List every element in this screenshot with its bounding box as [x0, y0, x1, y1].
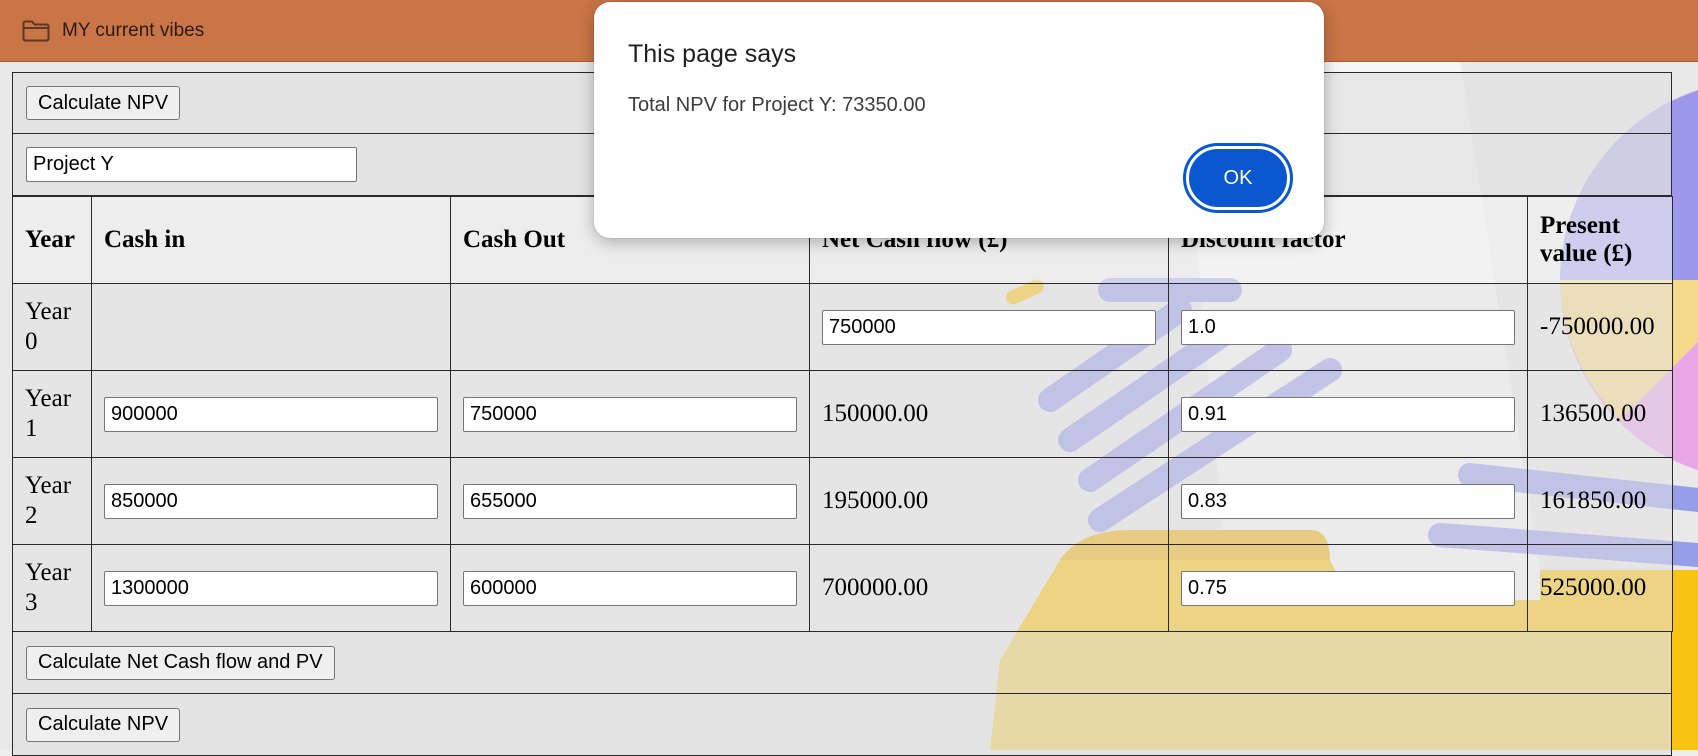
cash-out-cell	[450, 457, 810, 545]
table-row: Year 1 150000.00 136500.00	[12, 370, 1673, 458]
dialog-title: This page says	[628, 40, 797, 68]
discount-factor-cell	[1168, 544, 1528, 632]
alert-dialog: This page says Total NPV for Project Y: …	[594, 2, 1324, 238]
cash-in-cell	[91, 544, 451, 632]
present-value: 161850.00	[1527, 457, 1673, 545]
cash-out-input[interactable]	[463, 483, 797, 519]
dialog-message: Total NPV for Project Y: 73350.00	[628, 94, 926, 116]
discount-factor-input[interactable]	[1181, 483, 1515, 519]
year-label: Year 1	[12, 370, 92, 458]
ok-button[interactable]: OK	[1183, 143, 1293, 213]
discount-factor-input[interactable]	[1181, 396, 1515, 432]
cash-in-cell	[91, 283, 451, 371]
net-cash-flow-cell	[809, 283, 1169, 371]
cash-out-input[interactable]	[463, 570, 797, 606]
table-row: Year 0 -750000.00	[12, 283, 1673, 371]
discount-factor-cell	[1168, 457, 1528, 545]
project-name-input[interactable]	[26, 147, 357, 182]
calculate-npv-button-bottom[interactable]: Calculate NPV	[26, 707, 181, 742]
header-present-value: Present value (£)	[1527, 196, 1673, 284]
net-cash-flow-input[interactable]	[822, 309, 1156, 345]
cash-in-cell	[91, 457, 451, 545]
folder-icon	[22, 20, 50, 42]
table-row: Year 3 700000.00 525000.00	[12, 544, 1673, 632]
cash-out-input[interactable]	[463, 396, 797, 432]
present-value: 525000.00	[1527, 544, 1673, 632]
header-year: Year	[12, 196, 92, 284]
discount-factor-input[interactable]	[1181, 570, 1515, 606]
cash-out-cell	[450, 283, 810, 371]
calculate-net-cash-flow-pv-button[interactable]: Calculate Net Cash flow and PV	[26, 645, 335, 680]
cash-in-input[interactable]	[104, 570, 438, 606]
net-cash-flow: 195000.00	[809, 457, 1169, 545]
cash-in-input[interactable]	[104, 396, 438, 432]
year-label: Year 3	[12, 544, 92, 632]
net-cash-flow: 150000.00	[809, 370, 1169, 458]
cash-in-cell	[91, 370, 451, 458]
present-value: 136500.00	[1527, 370, 1673, 458]
calculate-npv-row-bottom: Calculate NPV	[12, 694, 1672, 756]
page-title: MY current vibes	[62, 19, 205, 41]
cash-out-cell	[450, 544, 810, 632]
table-row: Year 2 195000.00 161850.00	[12, 457, 1673, 545]
discount-factor-cell	[1168, 370, 1528, 458]
cash-in-input[interactable]	[104, 483, 438, 519]
cash-out-cell	[450, 370, 810, 458]
calculate-npv-button-top[interactable]: Calculate NPV	[26, 86, 181, 120]
discount-factor-input[interactable]	[1181, 309, 1515, 345]
discount-factor-cell	[1168, 283, 1528, 371]
net-cash-flow: 700000.00	[809, 544, 1169, 632]
header-cash-in: Cash in	[91, 196, 451, 284]
calculate-net-cash-flow-row: Calculate Net Cash flow and PV	[12, 632, 1672, 694]
year-label: Year 0	[12, 283, 92, 371]
present-value: -750000.00	[1527, 283, 1673, 371]
year-label: Year 2	[12, 457, 92, 545]
npv-table: Year Cash in Cash Out Net Cash flow (£) …	[12, 196, 1673, 632]
